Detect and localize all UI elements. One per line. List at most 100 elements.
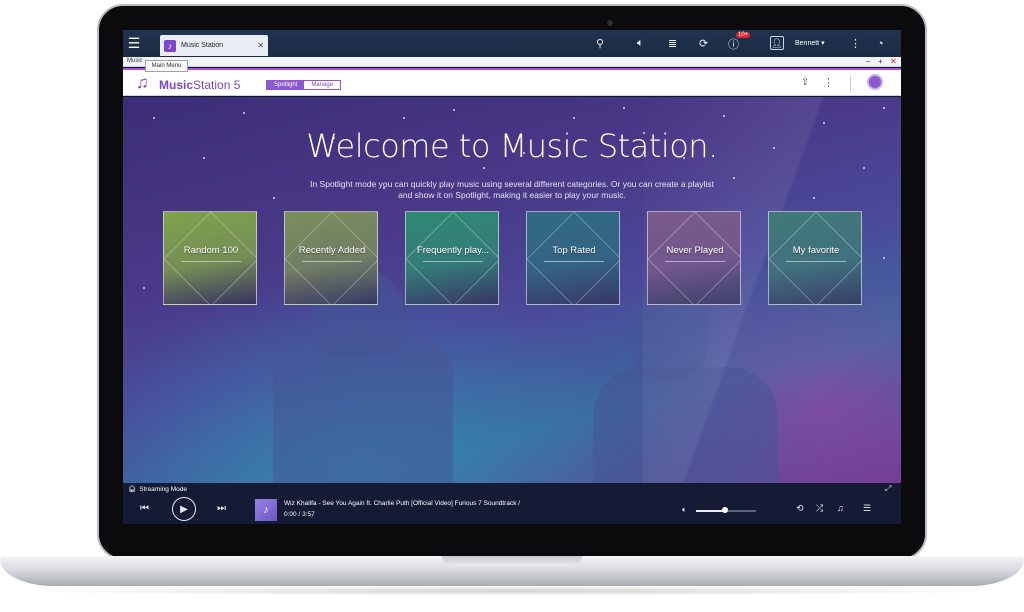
star: [273, 197, 275, 199]
next-track-icon[interactable]: ⏭︎: [217, 503, 226, 514]
streaming-mode-toggle[interactable]: 🎧︎ Streaming Mode: [128, 485, 187, 494]
star: [243, 112, 245, 114]
chevron-down-icon: ▾: [821, 40, 825, 47]
window-titlebar: Music – + ✕: [123, 57, 901, 67]
volume-icon[interactable]: 🔈︎: [637, 35, 644, 52]
card-underline: [786, 261, 846, 262]
previous-track-icon[interactable]: ⏮︎: [140, 503, 149, 514]
main-menu-button[interactable]: ☰: [123, 30, 145, 57]
tooltip: Main Menu: [145, 60, 188, 72]
repeat-icon[interactable]: ⟲: [796, 503, 804, 514]
card-label: Recently Added: [298, 245, 366, 256]
sync-icon[interactable]: ⟳: [699, 35, 708, 52]
more-options-icon[interactable]: ⋮: [823, 76, 834, 89]
card-label: Top Rated: [552, 245, 596, 256]
search-icon[interactable]: ⚲: [596, 35, 604, 52]
card-diamond-pattern: [406, 212, 498, 304]
card-underline: [665, 261, 725, 262]
player-bar: 🎧︎ Streaming Mode ⤢ ⏮︎ ▶ ⏭︎ ♪ Wiz Khalif…: [123, 483, 901, 524]
volume-fill: [696, 510, 725, 512]
card-diamond-pattern: [164, 212, 256, 304]
app-tab-label: Music Station: [181, 42, 224, 49]
more-options-icon[interactable]: ⋮: [850, 35, 861, 52]
star: [883, 107, 885, 109]
star: [823, 122, 825, 124]
tab-manage[interactable]: Manage: [304, 81, 341, 89]
output-device-icon[interactable]: [867, 74, 883, 90]
username-menu[interactable]: Bennett ▾: [795, 39, 825, 47]
card-underline: [423, 261, 483, 262]
app-header: ♫ MusicStation 5 Spotlight Manage ⇪ ⋮: [123, 68, 901, 96]
laptop-notch: [442, 556, 582, 566]
screen: ☰ ♪ Music Station ✕ ⚲ 🔈︎ ≣ ⟳ ⓘ 10+ 👤︎ Be…: [123, 30, 901, 524]
category-card-random-100[interactable]: Random 100: [163, 211, 257, 305]
track-title: Wiz Khalifa - See You Again ft. Charlie …: [284, 500, 521, 507]
track-time: 0:00 / 3:57: [284, 511, 315, 518]
user-icon[interactable]: 👤︎: [770, 36, 784, 50]
music-note-icon: ♪: [263, 504, 269, 516]
divider: [850, 76, 851, 92]
star: [863, 167, 865, 169]
category-card-top-rated[interactable]: Top Rated: [526, 211, 620, 305]
laptop-shadow: [20, 586, 1004, 596]
upload-icon[interactable]: ⇪: [801, 77, 809, 88]
play-button[interactable]: ▶: [172, 497, 196, 521]
card-diamond-pattern: [769, 212, 861, 304]
card-diamond-pattern: [527, 212, 619, 304]
queue-icon[interactable]: ☰: [863, 503, 871, 514]
star: [723, 115, 725, 117]
hamburger-icon: ☰: [127, 35, 141, 51]
page-title: Welcome to Music Station.: [306, 127, 718, 165]
window-title: Music: [127, 58, 143, 64]
dashboard-icon[interactable]: ◔: [877, 35, 884, 52]
minimize-icon[interactable]: –: [866, 57, 870, 66]
card-label: Never Played: [666, 245, 724, 256]
card-diamond-pattern: [648, 212, 740, 304]
card-label: Random 100: [183, 245, 239, 256]
streaming-mode-label: Streaming Mode: [139, 485, 187, 493]
category-card-never-played[interactable]: Never Played: [647, 211, 741, 305]
album-art: ♪: [255, 499, 277, 521]
lyrics-icon[interactable]: ♫: [837, 503, 844, 513]
close-icon[interactable]: ✕: [257, 41, 264, 50]
headphones-icon: 🎧︎: [128, 486, 137, 493]
close-window-icon[interactable]: ✕: [890, 57, 897, 66]
shuffle-icon[interactable]: ⤮: [816, 503, 823, 514]
star: [403, 117, 405, 119]
card-underline: [302, 261, 362, 262]
music-logo-icon: ♫: [136, 73, 149, 92]
star: [483, 167, 485, 169]
maximize-icon[interactable]: +: [878, 57, 883, 66]
star: [573, 117, 575, 119]
category-cards: Random 100 Recently Added Frequently pla…: [163, 211, 863, 305]
username-label: Bennett: [795, 40, 820, 47]
notification-badge: 10+: [736, 32, 751, 38]
tab-spotlight[interactable]: Spotlight: [267, 81, 305, 89]
background-tasks-icon[interactable]: ≣: [668, 35, 677, 52]
star: [153, 117, 155, 119]
page-description: In Spotlight mode you can quickly play m…: [310, 179, 714, 200]
card-diamond-pattern: [285, 212, 377, 304]
mode-tabs: Spotlight Manage: [266, 80, 342, 90]
star: [453, 109, 455, 111]
card-label: My favorite: [792, 245, 840, 256]
category-card-frequently-played[interactable]: Frequently play...: [405, 211, 499, 305]
webcam: [607, 20, 613, 26]
star: [813, 197, 815, 199]
card-underline: [544, 261, 604, 262]
star: [733, 177, 735, 179]
star: [623, 107, 625, 109]
card-label: Frequently play...: [416, 245, 490, 256]
music-note-icon: ♪: [164, 39, 176, 52]
app-tab-music-station[interactable]: ♪ Music Station ✕: [160, 35, 268, 56]
card-underline: [181, 261, 241, 262]
background-figure: [273, 337, 453, 483]
star: [883, 257, 885, 259]
volume-knob[interactable]: [721, 507, 728, 513]
category-card-my-favorite[interactable]: My favorite: [768, 211, 862, 305]
spotlight-content: Welcome to Music Station. In Spotlight m…: [123, 97, 901, 483]
category-card-recently-added[interactable]: Recently Added: [284, 211, 378, 305]
expand-icon[interactable]: ⤢: [885, 484, 891, 494]
taskbar: ☰ ♪ Music Station ✕: [123, 30, 901, 57]
volume-icon[interactable]: 🔈︎: [682, 505, 687, 515]
